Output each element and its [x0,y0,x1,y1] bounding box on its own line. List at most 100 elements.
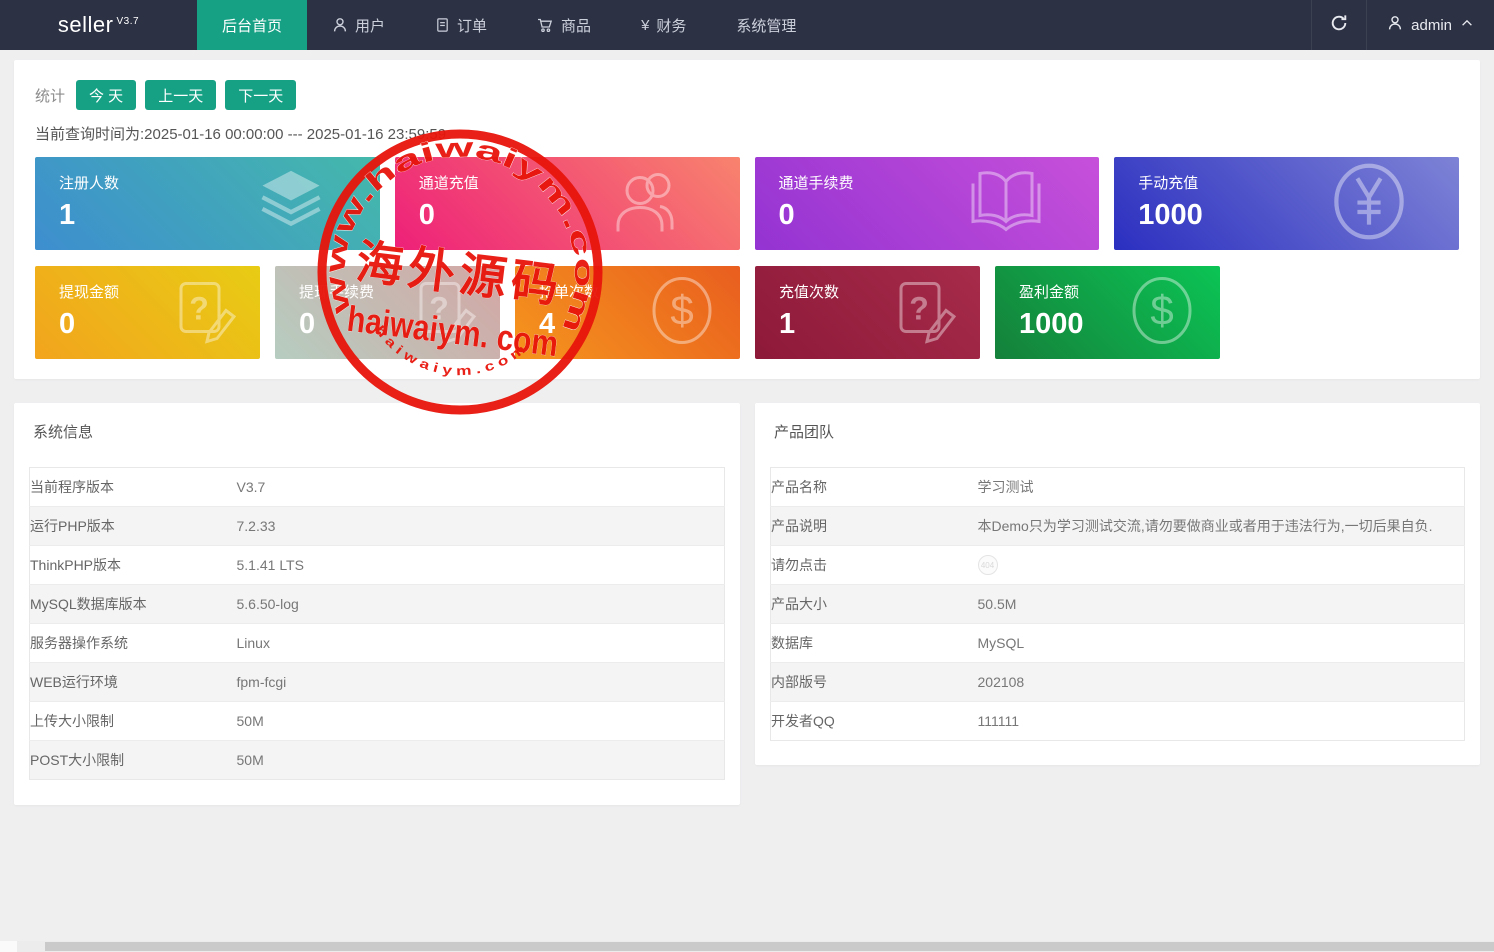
row-label: 运行PHP版本 [29,506,237,546]
system-info-panel: 系统信息 当前程序版本 V3.7 运行PHP版本 7.2.33 ThinkPHP版本 5.… [14,403,740,805]
table-row: ThinkPHP版本 5.1.41 LTS [29,545,725,585]
product-team-title: 产品团队 [774,424,835,441]
row-value: 50.5M [977,584,1465,624]
svg-text:?: ? [429,290,449,326]
table-row: POST大小限制 50M [29,740,725,780]
svg-text:?: ? [909,290,929,326]
nav-item-label: 财务 [656,17,687,35]
row-label: 开发者QQ [770,701,978,741]
svg-text:$: $ [670,286,693,333]
dollar-circle-icon: $ [1126,272,1198,353]
nav-item-label: 订单 [457,17,488,35]
open-book-icon [965,164,1047,243]
row-label: 产品名称 [771,479,827,495]
table-row: MySQL数据库版本 5.6.50-log [29,584,725,624]
stat-card: 盈利金额 1000 $ [995,266,1220,359]
main-menu: 后台首页 用户 订单 商品 ¥ 财务 系统管理 [197,0,821,50]
range-button-2[interactable]: 下一天 [225,80,297,110]
stat-card: 充值次数 1? [755,266,980,359]
yen-icon: ¥ [641,16,650,34]
row-value: MySQL [977,623,1465,663]
document-icon [435,17,450,33]
row-value: V3.7 [236,479,266,495]
app-logo: seller V3.7 [0,0,197,50]
stat-card: 提现金额 0? [35,266,260,359]
stat-card-value: 1000 [1138,199,1203,231]
table-row: 运行PHP版本 7.2.33 [29,506,725,546]
horizontal-scrollbar[interactable] [0,941,1494,952]
row-label: 数据库 [770,623,978,663]
range-button-0[interactable]: 今 天 [76,80,137,110]
user-menu[interactable]: admin [1367,0,1494,50]
stat-card-label: 手动充值 [1138,175,1199,192]
stats-section-label: 统计 [35,87,66,105]
refresh-icon [1330,14,1348,37]
query-time-text: 当前查询时间为:2025-01-16 00:00:00 --- 2025-01-… [35,126,447,143]
stat-cards-row-1: 注册人数 1 通道充值 0 通道手续费 0 手动充值 1000 [35,157,1459,250]
scrollbar-thumb[interactable] [45,942,1494,951]
nav-item-1[interactable]: 用户 [307,0,410,50]
row-value: 7.2.33 [236,506,725,546]
row-label: 服务器操作系统 [29,623,237,663]
row-value: Linux [236,623,725,663]
stat-card-label: 通道手续费 [778,175,854,192]
app-logo-text: seller [57,12,114,37]
range-button-1[interactable]: 上一天 [145,80,217,110]
row-value: 111111 [977,701,1465,741]
row-label: POST大小限制 [29,740,237,780]
row-label: 请勿点击 [770,545,978,585]
user-icon [332,17,348,33]
cart-icon [537,17,554,33]
note-question-icon: ? [168,275,238,350]
row-value: 404 [977,545,1465,585]
nav-item-label: 用户 [355,17,386,35]
nav-item-2[interactable]: 订单 [410,0,512,50]
table-row: 数据库 MySQL [770,623,1465,663]
nav-item-4[interactable]: ¥ 财务 [616,0,711,50]
row-value: 50M [236,701,725,741]
stat-card-value: 1 [59,199,76,231]
table-row: 服务器操作系统 Linux [29,623,725,663]
dollar-circle-icon: $ [646,272,718,353]
user-icon [1387,15,1403,35]
table-row: 请勿点击 404 [770,545,1465,585]
table-row: 产品名称 学习测试 [771,468,1465,507]
username: admin [1411,16,1452,34]
stats-toolbar: 统计 今 天上一天 下一天 [35,80,1459,110]
note-question-icon: ? [408,275,478,350]
navbar-right: admin [1311,0,1494,50]
table-row: 内部版号 202108 [770,662,1465,702]
badge-404[interactable]: 404 [977,555,998,576]
system-info-title: 系统信息 [33,424,94,441]
row-label: 上传大小限制 [29,701,237,741]
stat-card-value: 0 [778,199,795,231]
chevron-up-icon [1460,16,1474,34]
row-label: 内部版号 [770,662,978,702]
main-content: 统计 今 天上一天 下一天 当前查询时间为:2025-01-16 00:00:00… [0,60,1494,805]
row-label: 产品大小 [770,584,978,624]
table-row: 上传大小限制 50M [29,701,725,741]
table-row: 当前程序版本 V3.7 [30,468,725,507]
row-label: WEB运行环境 [29,662,237,702]
stat-card: 提现手续费 0? [275,266,500,359]
stats-range-buttons: 今 天上一天 下一天 [76,80,305,110]
nav-item-3[interactable]: 商品 [512,0,616,50]
row-value: 202108 [977,662,1465,702]
row-value: fpm-fcgi [236,662,725,702]
info-panels: 系统信息 当前程序版本 V3.7 运行PHP版本 7.2.33 ThinkPHP版本 5.… [14,403,1480,805]
row-value: 5.6.50-log [236,584,725,624]
users-icon [606,164,688,243]
row-label: ThinkPHP版本 [29,545,237,585]
note-question-icon: ? [888,275,958,350]
nav-item-5[interactable]: 系统管理 [711,0,821,50]
row-label: MySQL数据库版本 [29,584,237,624]
stat-card: 通道充值 0 [394,157,740,250]
row-value: 学习测试 [977,479,1034,495]
stat-card: 通道手续费 0 [754,157,1100,250]
stat-card-label: 通道充值 [418,175,479,192]
yen-circle-icon [1331,161,1407,246]
row-label: 产品说明 [770,506,978,546]
nav-item-0[interactable]: 后台首页 [197,0,308,50]
stat-cards-row-2: 提现金额 0? 提现手续费 0? 抢单次数 4 $ 充值次数 1? 盈利金额 1000 $ [35,266,1459,359]
refresh-button[interactable] [1311,0,1368,50]
